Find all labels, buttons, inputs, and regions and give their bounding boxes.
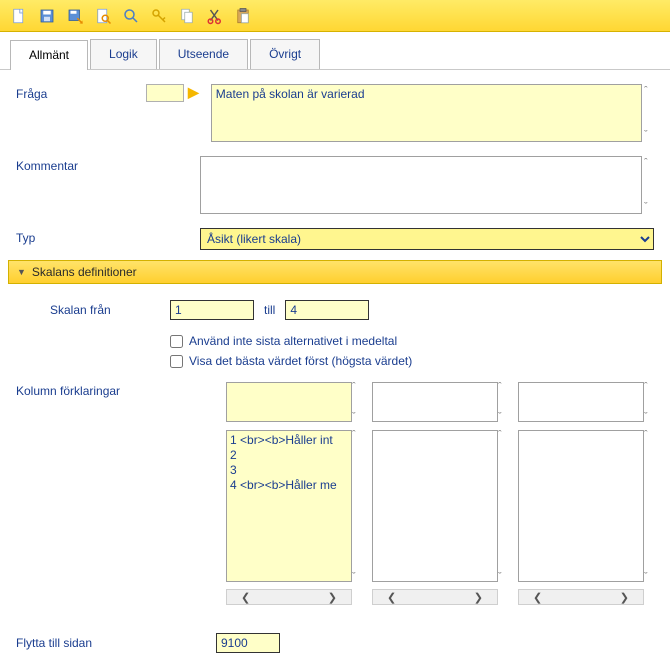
checkbox-anvand-inte[interactable] bbox=[170, 335, 183, 348]
expander-skalans-definitioner[interactable]: ▼ Skalans definitioner bbox=[8, 260, 662, 284]
chevron-right-icon: ❯ bbox=[474, 591, 483, 604]
chevron-left-icon: ❮ bbox=[241, 591, 250, 604]
kommentar-input[interactable] bbox=[200, 156, 642, 214]
scroll-indicator: ˆˇ bbox=[642, 84, 654, 142]
preview-icon[interactable] bbox=[90, 3, 116, 29]
label-typ: Typ bbox=[16, 228, 146, 245]
fraga-input[interactable]: Maten på skolan är varierad bbox=[211, 84, 642, 142]
chevron-right-icon: ❯ bbox=[620, 591, 629, 604]
chevron-right-icon: ❯ bbox=[328, 591, 337, 604]
label-kommentar: Kommentar bbox=[16, 156, 146, 173]
kol3-hscroll[interactable]: ❮❯ bbox=[518, 589, 644, 605]
cut-icon[interactable] bbox=[202, 3, 228, 29]
content-panel: Fråga ▶ Maten på skolan är varierad ˆˇ K… bbox=[0, 70, 670, 663]
kol1-header-input[interactable] bbox=[226, 382, 352, 422]
paste-icon[interactable] bbox=[230, 3, 256, 29]
kol3-listbox[interactable] bbox=[518, 430, 644, 582]
label-cb1: Använd inte sista alternativet i medelta… bbox=[189, 334, 397, 348]
skala-to-input[interactable] bbox=[285, 300, 369, 320]
kol1-listbox[interactable]: 1 <br><b>Håller int 2 3 4 <br><b>Håller … bbox=[226, 430, 352, 582]
chevron-down-icon: ▼ bbox=[17, 267, 26, 277]
row-cb1: Använd inte sista alternativet i medelta… bbox=[170, 334, 654, 348]
row-skalan: Skalan från till bbox=[50, 300, 654, 320]
list-item[interactable]: 1 <br><b>Håller int bbox=[230, 433, 348, 448]
label-kolumn: Kolumn förklaringar bbox=[16, 382, 226, 398]
kol2-header-input[interactable] bbox=[372, 382, 498, 422]
kolumn-col-1: ˆˇ 1 <br><b>Håller int 2 3 4 <br><b>Håll… bbox=[226, 382, 362, 605]
save-as-icon[interactable] bbox=[62, 3, 88, 29]
scroll-indicator: ˆˇ bbox=[644, 430, 654, 582]
tab-logik[interactable]: Logik bbox=[90, 39, 157, 69]
kolumn-col-2: ˆˇ ˆˇ ❮❯ bbox=[372, 382, 508, 605]
checkbox-visa-basta[interactable] bbox=[170, 355, 183, 368]
tab-allmant[interactable]: Allmänt bbox=[10, 40, 88, 70]
tab-ovrigt[interactable]: Övrigt bbox=[250, 39, 320, 69]
label-flytta: Flytta till sidan bbox=[16, 636, 216, 650]
indicator-box bbox=[146, 84, 184, 102]
save-icon[interactable] bbox=[34, 3, 60, 29]
label-till: till bbox=[264, 303, 275, 317]
list-item[interactable]: 3 bbox=[230, 463, 348, 478]
expander-title: Skalans definitioner bbox=[32, 265, 137, 279]
skala-from-input[interactable] bbox=[170, 300, 254, 320]
row-kolumn: Kolumn förklaringar ˆˇ 1 <br><b>Håller i… bbox=[16, 382, 654, 605]
kol2-hscroll[interactable]: ❮❯ bbox=[372, 589, 498, 605]
arrow-icon: ▶ bbox=[188, 84, 199, 101]
row-kommentar: Kommentar ˆˇ bbox=[16, 156, 654, 214]
kolumn-col-3: ˆˇ ˆˇ ❮❯ bbox=[518, 382, 654, 605]
scroll-indicator: ˆˇ bbox=[352, 382, 362, 422]
scroll-indicator: ˆˇ bbox=[644, 382, 654, 422]
new-icon[interactable] bbox=[6, 3, 32, 29]
kolumn-columns: ˆˇ 1 <br><b>Håller int 2 3 4 <br><b>Håll… bbox=[226, 382, 654, 605]
label-fraga: Fråga bbox=[16, 84, 146, 101]
copy-icon[interactable] bbox=[174, 3, 200, 29]
kol3-header-input[interactable] bbox=[518, 382, 644, 422]
row-cb2: Visa det bästa värdet först (högsta värd… bbox=[170, 354, 654, 368]
label-cb2: Visa det bästa värdet först (högsta värd… bbox=[189, 354, 412, 368]
kol2-listbox[interactable] bbox=[372, 430, 498, 582]
toolbar bbox=[0, 0, 670, 32]
label-skalan-fran: Skalan från bbox=[50, 303, 170, 317]
list-item[interactable]: 2 bbox=[230, 448, 348, 463]
row-typ: Typ Åsikt (likert skala) bbox=[16, 228, 654, 250]
scroll-indicator: ˆˇ bbox=[352, 430, 362, 582]
kol1-hscroll[interactable]: ❮❯ bbox=[226, 589, 352, 605]
key-icon[interactable] bbox=[146, 3, 172, 29]
chevron-left-icon: ❮ bbox=[533, 591, 542, 604]
zoom-icon[interactable] bbox=[118, 3, 144, 29]
row-flytta: Flytta till sidan bbox=[16, 633, 654, 653]
list-item[interactable]: 4 <br><b>Håller me bbox=[230, 478, 348, 493]
tab-utseende[interactable]: Utseende bbox=[159, 39, 248, 69]
tab-bar: Allmänt Logik Utseende Övrigt bbox=[0, 32, 670, 70]
flytta-input[interactable] bbox=[216, 633, 280, 653]
scroll-indicator: ˆˇ bbox=[498, 430, 508, 582]
row-fraga: Fråga ▶ Maten på skolan är varierad ˆˇ bbox=[16, 84, 654, 142]
typ-select[interactable]: Åsikt (likert skala) bbox=[200, 228, 654, 250]
scroll-indicator: ˆˇ bbox=[642, 156, 654, 214]
chevron-left-icon: ❮ bbox=[387, 591, 396, 604]
scroll-indicator: ˆˇ bbox=[498, 382, 508, 422]
